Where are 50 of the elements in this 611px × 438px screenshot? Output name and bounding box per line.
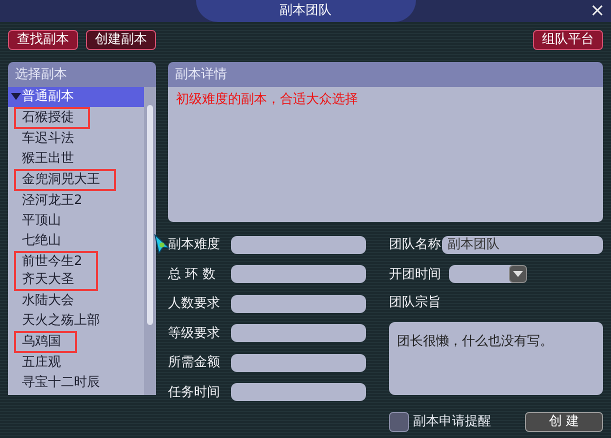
list-item[interactable]: 车迟斗法 — [8, 129, 144, 149]
caret-icon — [11, 92, 21, 100]
list-item[interactable]: 齐天大圣 — [16, 271, 82, 289]
dropdown-button[interactable] — [509, 265, 527, 284]
field-label: 等级要求 — [168, 324, 221, 342]
list-item[interactable]: 七绝山 — [8, 231, 144, 251]
scroll-thumb[interactable] — [147, 105, 153, 325]
input-field[interactable] — [231, 265, 366, 284]
toolbar-button[interactable]: 创建副本 — [86, 30, 156, 50]
platform-button[interactable]: 组队平台 — [533, 30, 603, 50]
list-item[interactable]: 天火之殇上部 — [8, 311, 144, 331]
cursor-icon — [154, 234, 170, 254]
list-item[interactable]: 金兜洞兕大王 — [16, 171, 100, 189]
list-item[interactable]: 石猴授徒 — [16, 109, 74, 127]
category-item[interactable]: 普通副本 — [8, 87, 144, 107]
panel-header: 副本详情 — [168, 62, 603, 87]
field-label: 团队名称 — [389, 236, 442, 254]
field-label: 开团时间 — [389, 266, 442, 284]
checkbox-label: 副本申请提醒 — [413, 413, 491, 432]
field-label: 总 环 数 — [168, 266, 216, 284]
input-field[interactable] — [231, 294, 366, 313]
window-title: 副本团队 — [196, 0, 416, 22]
caret-icon — [513, 271, 523, 278]
field-label: 所需金额 — [168, 354, 221, 372]
list-item[interactable]: 寻宝十二时辰 — [8, 373, 144, 393]
create-button[interactable]: 创 建 — [525, 412, 603, 432]
input-field[interactable] — [231, 236, 366, 254]
scrollbar[interactable] — [144, 87, 156, 395]
list-item[interactable]: 五庄观 — [8, 353, 144, 373]
text-area[interactable]: 团长很懒，什么也没有写。 — [389, 322, 603, 395]
input-field[interactable] — [231, 354, 366, 372]
list-item[interactable]: 泾河龙王2 — [8, 191, 144, 211]
list-item[interactable]: 平顶山 — [8, 211, 144, 231]
close-button[interactable]: × — [590, 0, 605, 22]
input-field[interactable] — [231, 383, 366, 402]
input-field[interactable]: 副本团队 — [442, 236, 603, 254]
list-item[interactable]: 猴王出世 — [8, 149, 144, 169]
toolbar-button[interactable]: 查找副本 — [8, 30, 78, 50]
list-item[interactable]: 前世今生2 — [16, 253, 82, 271]
dropdown-field[interactable] — [449, 265, 527, 284]
panel-header: 选择副本 — [8, 62, 156, 87]
list-item[interactable]: 水陆大会 — [8, 291, 144, 311]
field-label: 团队宗旨 — [389, 294, 442, 312]
field-label: 任务时间 — [168, 384, 221, 402]
details-text: 初级难度的副本，合适大众选择 — [168, 87, 603, 222]
input-field[interactable] — [231, 324, 366, 342]
field-label: 副本难度 — [168, 236, 221, 254]
checkbox[interactable] — [389, 412, 409, 432]
list-item[interactable]: 乌鸡国 — [16, 333, 61, 351]
field-label: 人数要求 — [168, 295, 221, 313]
